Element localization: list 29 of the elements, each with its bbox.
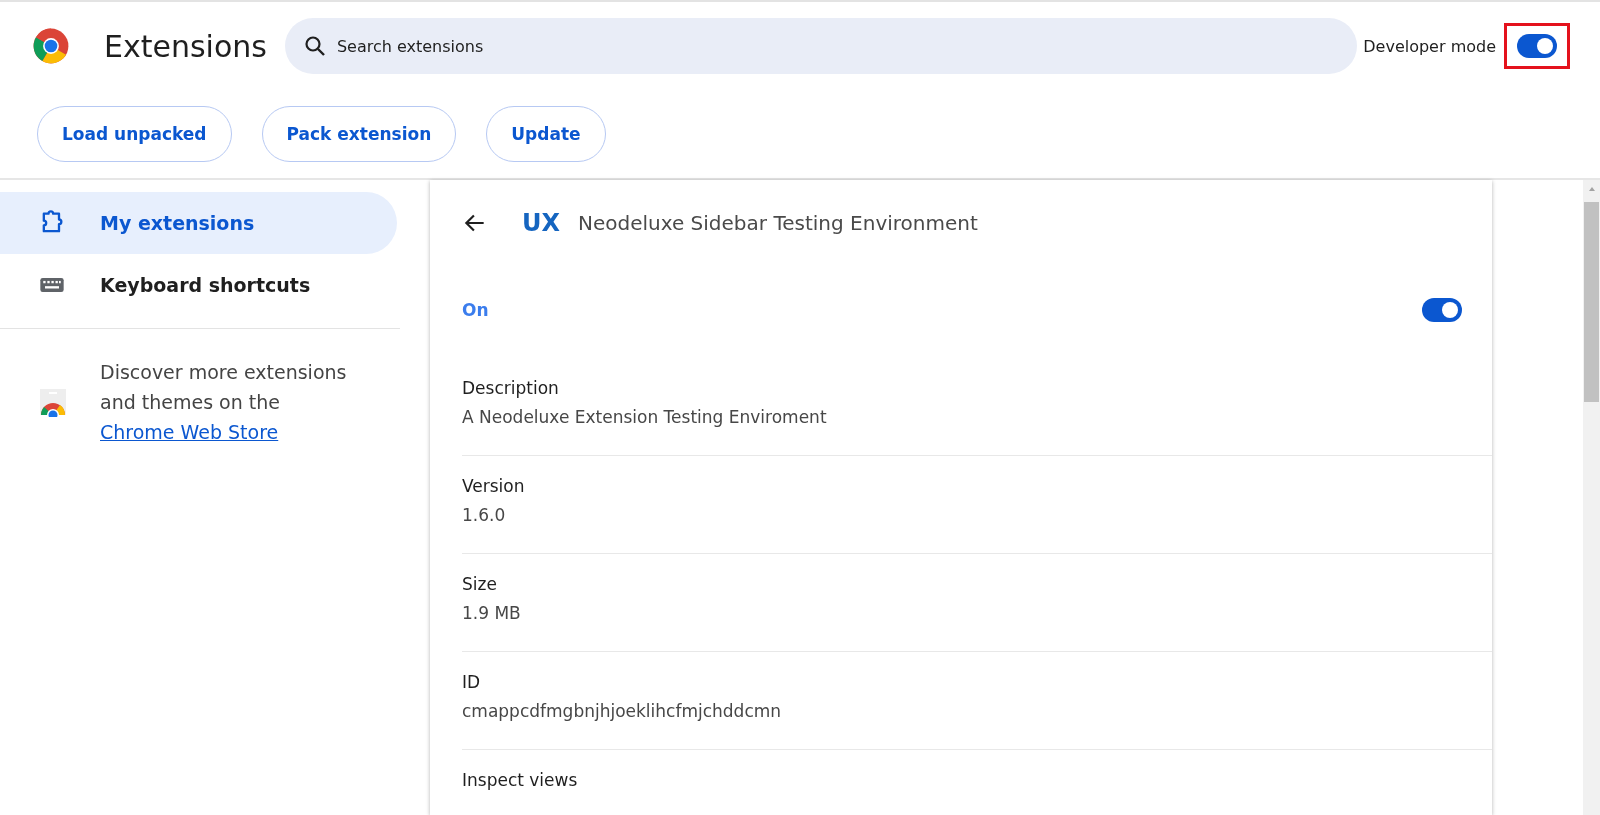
toolbar-button[interactable]: Update (486, 106, 606, 162)
developer-mode-toggle[interactable] (1517, 34, 1557, 58)
extension-logo: UX (522, 209, 560, 237)
search-field[interactable]: Search extensions (284, 18, 1358, 74)
web-store-icon (38, 387, 68, 417)
field-label: Description (462, 378, 560, 398)
page-title: Extensions (104, 28, 267, 64)
extension-name: Neodeluxe Sidebar Testing Environment (578, 211, 978, 235)
field-label: Size (462, 574, 498, 594)
developer-mode-label: Developer mode (1363, 36, 1496, 56)
field-value: A Neodeluxe Extension Testing Enviroment (462, 407, 828, 427)
sidebar-item[interactable]: My extensions (0, 192, 397, 254)
search-icon (302, 34, 327, 58)
scrollbar[interactable] (1583, 180, 1600, 815)
enabled-label: On (462, 300, 489, 320)
field-label: ID (462, 672, 482, 692)
field-value: 1.6.0 (462, 505, 507, 525)
sidebar-item[interactable]: Keyboard shortcuts (0, 254, 397, 316)
field-value: 1.9 MB (462, 603, 522, 623)
web-store-link[interactable]: Chrome Web Store (100, 421, 279, 443)
store-promo-text: Discover more extensions and themes on the Chrome Web Store (100, 360, 348, 445)
field-label: Version (462, 476, 526, 496)
enabled-toggle[interactable] (1422, 298, 1462, 322)
toolbar-button[interactable]: Load unpacked (37, 106, 232, 162)
chrome-logo (32, 27, 70, 65)
scrollbar-thumb[interactable] (1584, 202, 1599, 402)
field-value: cmappcdfmgbnjhjoeklihcfmjchddcmn (462, 701, 783, 721)
field-label: Inspect views (462, 770, 579, 790)
toolbar-button[interactable]: Pack extension (261, 106, 457, 162)
